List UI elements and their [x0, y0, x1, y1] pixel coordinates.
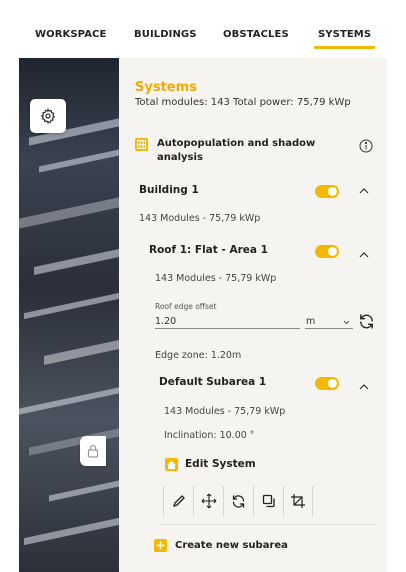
lock-button[interactable] [80, 436, 106, 466]
divider [159, 524, 377, 525]
crop-icon [291, 494, 305, 508]
create-subarea-button[interactable]: Create new subarea [175, 540, 288, 551]
autopopulation-link-line2[interactable]: analysis [157, 152, 203, 163]
chevron-up-icon [359, 252, 369, 258]
chevron-up-icon [359, 384, 369, 390]
rotate-tool-button[interactable] [223, 486, 253, 516]
building-collapse[interactable] [357, 184, 371, 198]
roof-collapse[interactable] [357, 248, 371, 262]
edge-offset-input[interactable]: 1.20 [155, 316, 300, 329]
edge-zone: Edge zone: 1.20m [155, 350, 242, 361]
subarea-stats: 143 Modules - 75,79 kWp [164, 406, 286, 417]
subarea-collapse[interactable] [357, 380, 371, 394]
roof-stats: 143 Modules - 75,79 kWp [155, 273, 277, 284]
move-icon [201, 493, 216, 509]
move-tool-button[interactable] [193, 486, 223, 516]
systems-panel: Systems Total modules: 143 Total power: … [119, 58, 387, 572]
top-tab-bar: WORKSPACE BUILDINGS OBSTACLES SYSTEMS [0, 0, 406, 58]
building-stats: 143 Modules - 75,79 kWp [139, 213, 261, 224]
rotate-icon [232, 494, 245, 508]
tab-systems[interactable]: SYSTEMS [313, 29, 376, 49]
unit-select[interactable]: m [305, 316, 353, 329]
subarea-toggle[interactable] [315, 377, 339, 390]
edit-system-button[interactable]: Edit System [185, 458, 256, 470]
tab-obstacles[interactable]: OBSTACLES [223, 29, 289, 40]
building-name[interactable]: Building 1 [139, 184, 199, 196]
refresh-icon[interactable] [358, 313, 375, 334]
info-icon[interactable] [359, 138, 373, 157]
plus-icon [154, 539, 167, 552]
chevron-up-icon [359, 188, 369, 194]
edit-tool-button[interactable] [163, 486, 193, 516]
roof-toggle[interactable] [315, 245, 339, 258]
subarea-name[interactable]: Default Subarea 1 [159, 376, 266, 388]
crop-tool-button[interactable] [283, 486, 313, 516]
building-toggle[interactable] [315, 185, 339, 198]
panel-title: Systems [135, 80, 197, 95]
total-summary: Total modules: 143 Total power: 75,79 kW… [135, 97, 351, 108]
copy-icon [262, 494, 275, 508]
tab-buildings[interactable]: BUILDINGS [134, 29, 197, 40]
system-toolbar [163, 486, 359, 516]
map-view[interactable] [19, 58, 119, 572]
roof-name[interactable]: Roof 1: Flat - Area 1 [149, 244, 268, 256]
subarea-inclination: Inclination: 10.00 ° [164, 430, 255, 441]
house-icon [165, 458, 178, 471]
lock-icon [87, 444, 99, 458]
duplicate-tool-button[interactable] [253, 486, 283, 516]
autopopulation-link-line1[interactable]: Autopopulation and shadow [157, 138, 315, 149]
grid-icon [135, 138, 148, 151]
chevron-down-icon [343, 320, 350, 325]
settings-button[interactable] [30, 99, 66, 133]
tab-workspace[interactable]: WORKSPACE [35, 29, 106, 40]
edge-offset-label: Roof edge offset [155, 302, 217, 311]
pencil-icon [172, 495, 185, 508]
settings-gear-icon [40, 108, 56, 124]
